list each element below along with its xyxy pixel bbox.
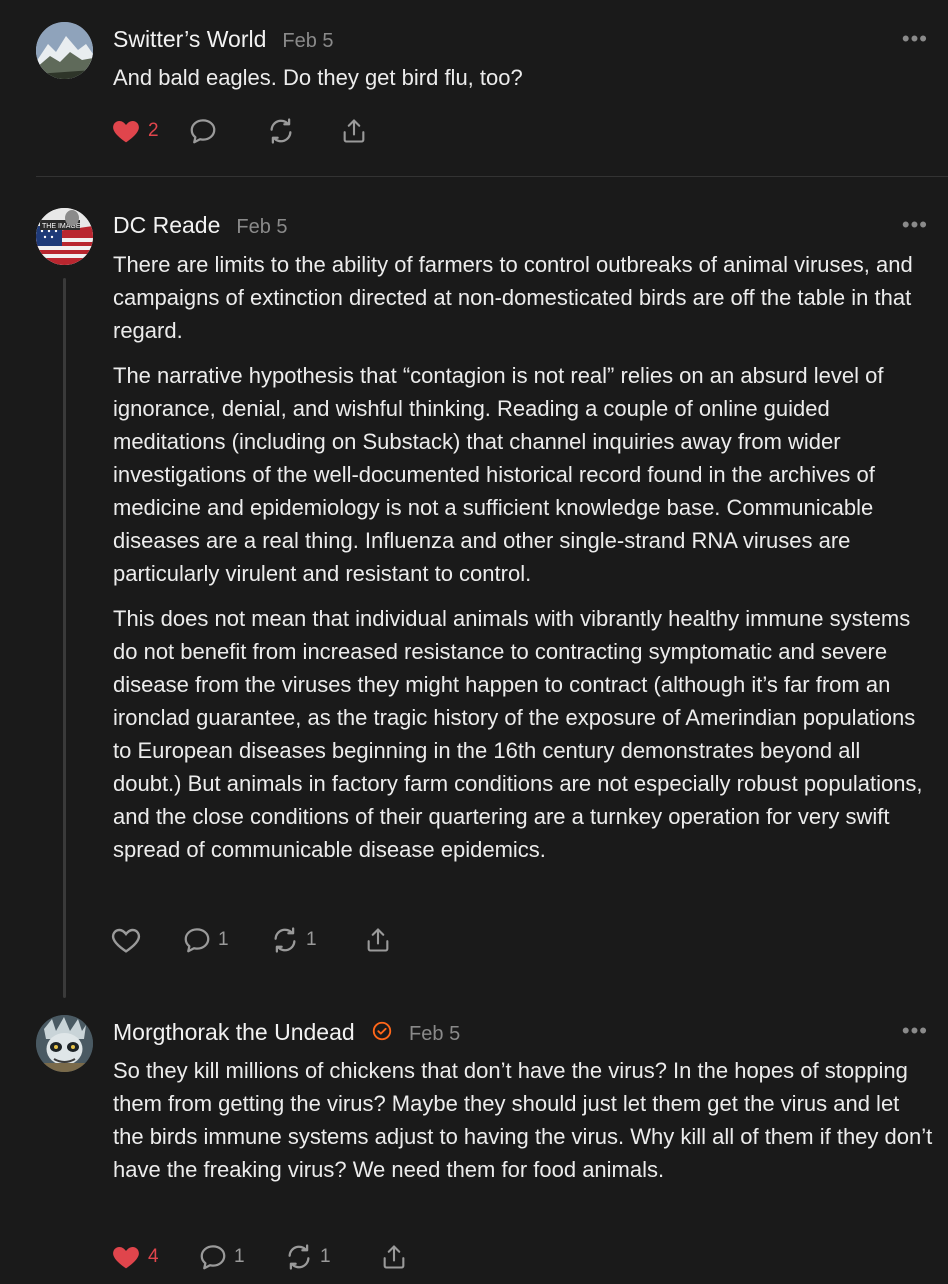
restack-count: 1 bbox=[306, 929, 317, 950]
comment-body: There are limits to the ability of farme… bbox=[113, 248, 933, 878]
more-options-icon[interactable]: ••• bbox=[902, 28, 928, 50]
comment-body: So they kill millions of chickens that d… bbox=[113, 1054, 933, 1198]
restack-button[interactable]: 1 bbox=[284, 1242, 380, 1272]
comment: THE IMAGE DC Reade Feb 5 ••• There are l… bbox=[0, 176, 948, 1006]
reply-button[interactable] bbox=[188, 116, 266, 146]
restack-icon bbox=[270, 925, 300, 955]
share-icon bbox=[340, 117, 368, 145]
comment: Switter’s World Feb 5 ••• And bald eagle… bbox=[0, 0, 948, 176]
the-image-avatar-icon: THE IMAGE bbox=[36, 208, 93, 265]
comment-paragraph: This does not mean that individual anima… bbox=[113, 606, 923, 862]
heart-icon bbox=[110, 1241, 142, 1273]
comment-date[interactable]: Feb 5 bbox=[236, 216, 287, 239]
comment-body: And bald eagles. Do they get bird flu, t… bbox=[113, 61, 933, 106]
comment-header: Switter’s World Feb 5 bbox=[113, 26, 334, 53]
share-button[interactable] bbox=[380, 1243, 408, 1271]
author-name[interactable]: Switter’s World bbox=[113, 26, 266, 53]
author-name-text: Morgthorak the Undead bbox=[113, 1019, 355, 1045]
comment-paragraph: There are limits to the ability of farme… bbox=[113, 252, 913, 343]
share-button[interactable] bbox=[340, 117, 368, 145]
comment: Morgthorak the Undead Feb 5 ••• So they … bbox=[0, 1006, 948, 1284]
share-icon bbox=[380, 1243, 408, 1271]
comment-paragraph: The narrative hypothesis that “contagion… bbox=[113, 363, 884, 586]
heart-outline-icon bbox=[110, 924, 142, 956]
comment-header: Morgthorak the Undead Feb 5 bbox=[113, 1018, 460, 1046]
comment-actions: 1 1 bbox=[110, 922, 392, 958]
restack-button[interactable]: 1 bbox=[270, 925, 364, 955]
comment-header: DC Reade Feb 5 bbox=[113, 212, 288, 239]
comment-paragraph: And bald eagles. Do they get bird flu, t… bbox=[113, 65, 523, 90]
avatar[interactable] bbox=[36, 22, 93, 79]
like-count: 2 bbox=[148, 120, 159, 141]
comment-paragraph: So they kill millions of chickens that d… bbox=[113, 1058, 933, 1182]
comment-actions: 4 1 1 bbox=[110, 1239, 408, 1275]
reply-bubble-icon bbox=[182, 925, 212, 955]
reply-bubble-icon bbox=[188, 116, 218, 146]
restack-button[interactable] bbox=[266, 116, 340, 146]
comment-date[interactable]: Feb 5 bbox=[282, 30, 333, 53]
reply-count: 1 bbox=[234, 1246, 245, 1267]
like-button[interactable] bbox=[110, 924, 182, 956]
restack-count: 1 bbox=[320, 1246, 331, 1267]
share-button[interactable] bbox=[364, 926, 392, 954]
restack-icon bbox=[266, 116, 296, 146]
share-icon bbox=[364, 926, 392, 954]
reply-bubble-icon bbox=[198, 1242, 228, 1272]
creature-avatar-icon bbox=[36, 1015, 93, 1072]
avatar[interactable]: THE IMAGE bbox=[36, 208, 93, 265]
avatar[interactable] bbox=[36, 1015, 93, 1072]
heart-icon bbox=[110, 115, 142, 147]
restack-icon bbox=[284, 1242, 314, 1272]
like-count: 4 bbox=[148, 1246, 159, 1267]
author-name[interactable]: Morgthorak the Undead bbox=[113, 1018, 393, 1046]
verified-badge-icon bbox=[372, 1021, 392, 1041]
comment-actions: 2 bbox=[110, 113, 368, 149]
reply-button[interactable]: 1 bbox=[182, 925, 270, 955]
comment-date[interactable]: Feb 5 bbox=[409, 1023, 460, 1046]
more-options-icon[interactable]: ••• bbox=[902, 214, 928, 236]
like-button[interactable]: 4 bbox=[110, 1241, 198, 1273]
more-options-icon[interactable]: ••• bbox=[902, 1020, 928, 1042]
reply-count: 1 bbox=[218, 929, 229, 950]
author-name[interactable]: DC Reade bbox=[113, 212, 220, 239]
reply-button[interactable]: 1 bbox=[198, 1242, 284, 1272]
mountain-avatar-icon bbox=[36, 22, 93, 79]
like-button[interactable]: 2 bbox=[110, 115, 188, 147]
